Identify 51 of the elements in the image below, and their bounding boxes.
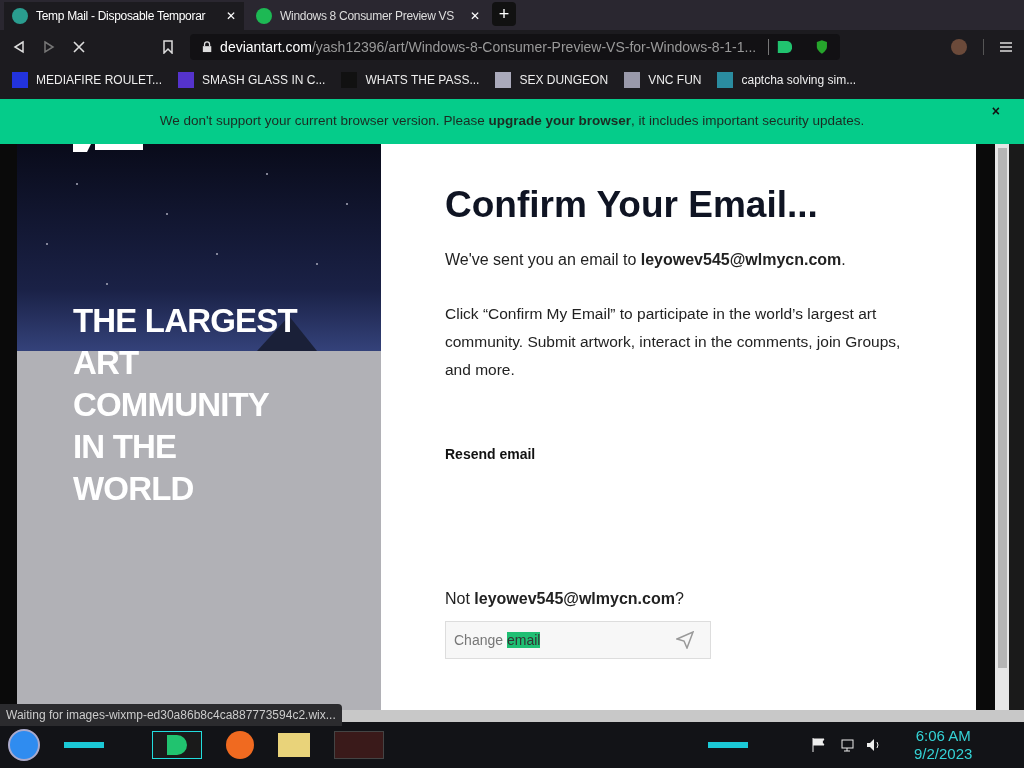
- flag-icon[interactable]: [812, 738, 826, 752]
- close-button[interactable]: ✕: [226, 7, 236, 25]
- clock-time: 6:06 AM: [915, 727, 971, 745]
- bookmark-favicon-icon: [178, 72, 195, 88]
- back-icon[interactable]: [12, 40, 26, 54]
- network-icon[interactable]: [838, 738, 854, 752]
- sent-message: We've sent you an email to leyowev545@wlmycn.com.: [445, 250, 847, 271]
- bookmark-favicon-icon: [717, 72, 734, 88]
- headline-text: WORLD: [73, 469, 195, 509]
- close-button[interactable]: ✕: [470, 7, 480, 25]
- bookmark-link[interactable]: WHATS THE PASS...: [365, 71, 480, 89]
- headline-text: ART: [73, 343, 140, 383]
- bookmark-link[interactable]: captcha solving sim...: [741, 71, 857, 89]
- description-text: Click “Confirm My Email” to participate in the world’s largest art community. Submit artwork, interact in the comments, join Groups, and more.: [445, 304, 902, 381]
- chat-icon[interactable]: [777, 39, 793, 55]
- tab-title: Temp Mail - Disposable Temporar: [36, 8, 207, 25]
- address-bar[interactable]: deviantart.com/yash12396/art/Windows-8-Consumer-Preview-VS-for-Windows-8-1-1...: [190, 34, 840, 60]
- status-tooltip: Waiting for images-wixmp-ed30a86b8c4ca887773594c2.wix...: [0, 704, 342, 726]
- browser-tab[interactable]: Temp Mail - Disposable Temporar ✕: [4, 2, 244, 30]
- bookmark-link[interactable]: VNC FUN: [648, 71, 702, 89]
- bookmark-link[interactable]: SMASH GLASS IN C...: [202, 71, 326, 89]
- shield-icon[interactable]: [816, 39, 828, 55]
- bookmark-favicon-icon: [495, 72, 512, 88]
- chat-app-icon[interactable]: [152, 731, 202, 759]
- close-button[interactable]: ×: [991, 101, 1000, 122]
- new-tab-button[interactable]: +: [492, 2, 516, 26]
- resend-link[interactable]: Resend email: [445, 444, 976, 466]
- url-text: deviantart.com/yash12396/art/Windows-8-Consumer-Preview-VS-for-Windows-8-1-1...: [220, 37, 757, 57]
- scrollbar[interactable]: [995, 144, 1009, 710]
- banner-message: We don't support your current browser version. Please upgrade your browser, it includes important security updates.: [159, 112, 865, 131]
- headline-text: COMMUNITY: [73, 385, 271, 425]
- page-title: Confirm Your Email...: [445, 183, 819, 227]
- send-icon[interactable]: [676, 631, 694, 650]
- bookmark-icon[interactable]: [162, 40, 174, 54]
- bookmark-favicon-icon: [624, 72, 641, 88]
- start-button[interactable]: [8, 729, 40, 761]
- bookmark-favicon-icon: [12, 72, 28, 88]
- change-email-field[interactable]: Change email: [445, 621, 711, 660]
- not-you-text: Not leyowev545@wlmycn.com?: [445, 589, 685, 610]
- forward-icon[interactable]: [42, 40, 56, 54]
- menu-icon[interactable]: [1000, 41, 1012, 53]
- lock-icon: [202, 40, 213, 54]
- stop-icon[interactable]: [72, 40, 86, 54]
- tab-title: Windows 8 Consumer Preview VS: [280, 8, 456, 25]
- headline-text: IN THE: [73, 427, 178, 467]
- clock-date: 9/2/2023: [914, 745, 973, 763]
- speaker-icon[interactable]: [866, 738, 882, 752]
- headline-text: THE LARGEST: [73, 301, 297, 341]
- bookmark-link[interactable]: SEX DUNGEON: [519, 71, 609, 89]
- bookmark-link[interactable]: MEDIAFIRE ROULET...: [36, 71, 163, 89]
- logo-icon: [73, 144, 143, 154]
